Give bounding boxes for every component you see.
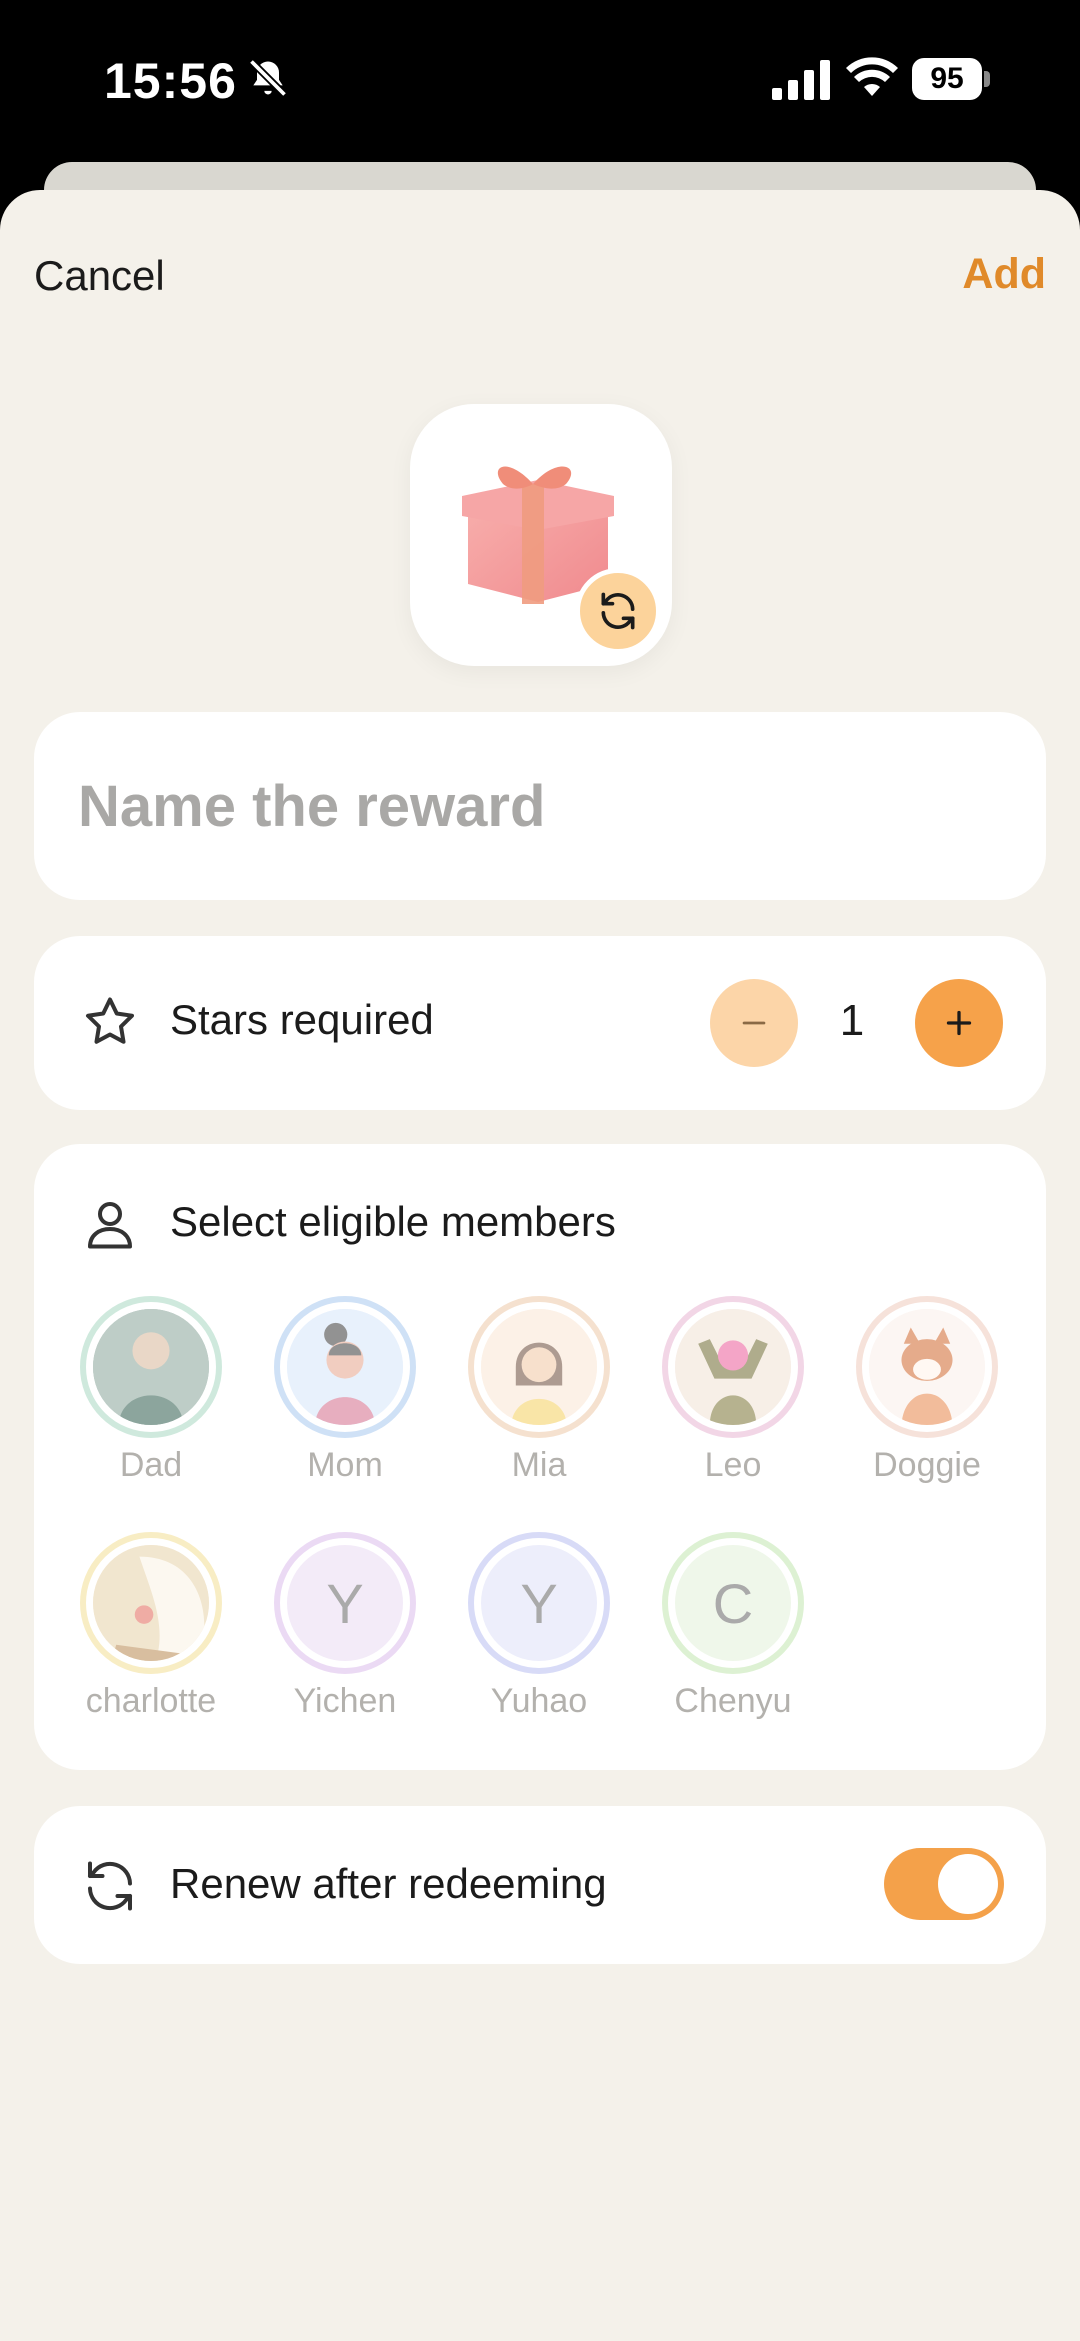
battery-icon: 95 bbox=[912, 58, 990, 100]
add-button[interactable]: Add bbox=[962, 250, 1046, 299]
avatar bbox=[481, 1309, 597, 1425]
avatar-ring bbox=[856, 1296, 998, 1438]
avatar-ring bbox=[662, 1296, 804, 1438]
stars-value: 1 bbox=[839, 996, 865, 1045]
member-name: Doggie bbox=[873, 1446, 981, 1484]
avatar-ring: Y bbox=[468, 1532, 610, 1674]
refresh-icon bbox=[88, 1861, 132, 1911]
eligible-members-card: Select eligible members Dad Mom Mia Leo … bbox=[34, 1144, 1046, 1770]
member-dad[interactable]: Dad bbox=[71, 1296, 231, 1516]
avatar-ring bbox=[468, 1296, 610, 1438]
avatar-ring bbox=[80, 1296, 222, 1438]
status-bar: 15:56 95 bbox=[0, 0, 1080, 160]
plus-icon bbox=[946, 1010, 972, 1036]
reward-icon-picker[interactable] bbox=[410, 404, 672, 666]
avatar-illustration bbox=[481, 1309, 597, 1425]
renew-card: Renew after redeeming bbox=[34, 1806, 1046, 1964]
avatar-photo bbox=[93, 1309, 209, 1425]
member-mia[interactable]: Mia bbox=[459, 1296, 619, 1516]
avatar bbox=[869, 1309, 985, 1425]
member-name: Yuhao bbox=[490, 1682, 588, 1720]
member-name: charlotte bbox=[85, 1682, 217, 1720]
avatar-initial: Y bbox=[326, 1571, 364, 1635]
avatar-ring: Y bbox=[274, 1532, 416, 1674]
increase-stars-button[interactable] bbox=[915, 979, 1003, 1067]
member-charlotte[interactable]: charlotte bbox=[71, 1532, 231, 1752]
avatar-photo bbox=[93, 1545, 209, 1661]
change-icon-button[interactable] bbox=[575, 568, 661, 654]
decrease-stars-button[interactable] bbox=[710, 979, 798, 1067]
wifi-icon bbox=[846, 57, 898, 96]
person-icon bbox=[88, 1202, 132, 1249]
cellular-signal-icon bbox=[772, 60, 830, 100]
avatar-illustration bbox=[675, 1309, 791, 1425]
minus-icon bbox=[742, 1021, 766, 1025]
refresh-icon bbox=[601, 592, 635, 630]
member-name: Mom bbox=[307, 1446, 383, 1484]
member-name: Chenyu bbox=[674, 1682, 792, 1720]
member-leo[interactable]: Leo bbox=[653, 1296, 813, 1516]
avatar-ring bbox=[274, 1296, 416, 1438]
member-doggie[interactable]: Doggie bbox=[847, 1296, 1007, 1516]
select-members-label: Select eligible members bbox=[170, 1198, 616, 1245]
member-mom[interactable]: Mom bbox=[265, 1296, 425, 1516]
cancel-button[interactable]: Cancel bbox=[34, 252, 165, 300]
avatar-initial: Y bbox=[520, 1571, 558, 1635]
avatar: Y bbox=[481, 1545, 597, 1661]
avatar bbox=[93, 1309, 209, 1425]
avatar bbox=[675, 1309, 791, 1425]
avatar-initial: C bbox=[712, 1571, 754, 1635]
avatar bbox=[93, 1545, 209, 1661]
renew-label: Renew after redeeming bbox=[170, 1860, 607, 1907]
star-icon bbox=[86, 997, 134, 1044]
avatar-illustration bbox=[287, 1309, 403, 1425]
battery-level: 95 bbox=[912, 58, 982, 100]
renew-toggle[interactable] bbox=[884, 1848, 1004, 1920]
reward-name-input[interactable] bbox=[78, 766, 998, 846]
battery-tip bbox=[984, 71, 990, 87]
stars-required-card: Stars required 1 bbox=[34, 936, 1046, 1110]
member-chenyu[interactable]: C Chenyu bbox=[653, 1532, 813, 1752]
avatar-ring bbox=[80, 1532, 222, 1674]
bell-slash-icon bbox=[248, 58, 288, 98]
member-name: Mia bbox=[511, 1446, 567, 1484]
member-yichen[interactable]: Y Yichen bbox=[265, 1532, 425, 1752]
member-name: Leo bbox=[704, 1446, 762, 1484]
member-name: Dad bbox=[119, 1446, 183, 1484]
status-time: 15:56 bbox=[104, 53, 237, 109]
avatar: C bbox=[675, 1545, 791, 1661]
member-yuhao[interactable]: Y Yuhao bbox=[459, 1532, 619, 1752]
reward-name-card bbox=[34, 712, 1046, 900]
toggle-knob bbox=[938, 1854, 998, 1914]
avatar: Y bbox=[287, 1545, 403, 1661]
avatar-illustration bbox=[869, 1309, 985, 1425]
stars-required-label: Stars required bbox=[170, 996, 434, 1043]
avatar bbox=[287, 1309, 403, 1425]
avatar-ring: C bbox=[662, 1532, 804, 1674]
member-name: Yichen bbox=[293, 1682, 397, 1720]
